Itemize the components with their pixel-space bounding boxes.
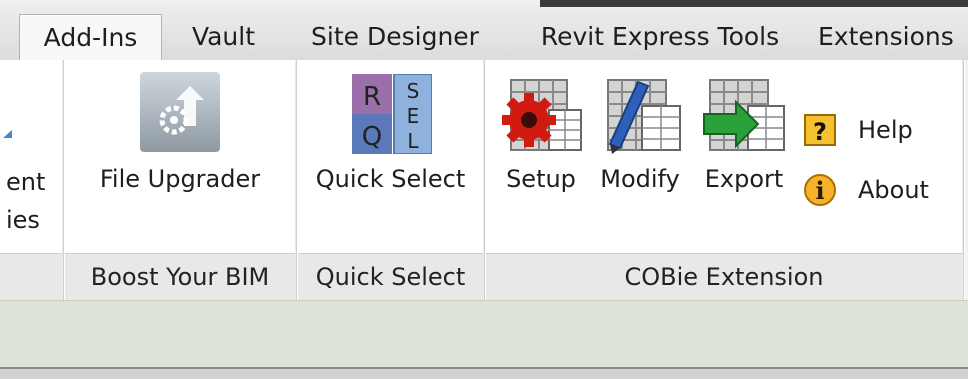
tab-extensions[interactable]: Extensions (818, 14, 968, 60)
title-bar-edge (540, 0, 968, 7)
partial-button-line1[interactable]: ent (6, 168, 45, 196)
file-upgrader-button[interactable]: File Upgrader (77, 70, 283, 210)
ribbon: ent ies File Upgrader Boost Your BIM R S… (0, 60, 968, 300)
help-icon-glyph: ? (813, 118, 827, 146)
quick-select-icon-e: E (407, 104, 420, 128)
quick-select-icon-s: S (407, 79, 420, 103)
quick-select-icon-l: L (407, 129, 419, 153)
cobie-help-button[interactable]: ? Help (804, 109, 934, 151)
about-label: About (858, 176, 929, 204)
panel-cobie-extension: Setup Modify Export ? Help i About COBie… (486, 60, 962, 300)
help-label: Help (858, 116, 913, 144)
partial-icon (3, 130, 12, 138)
quick-select-icon-r: R (363, 82, 381, 112)
quick-select-button[interactable]: R S E L Q Quick Select (304, 70, 477, 210)
partial-button-line2[interactable]: ies (6, 206, 40, 234)
about-icon-glyph: i (815, 176, 824, 205)
cobie-modify-label: Modify (600, 165, 680, 193)
panel-separator (962, 60, 965, 300)
panel-partial-body: ent ies (0, 60, 62, 253)
panel-boost-label: Boost Your BIM (65, 253, 295, 300)
cobie-export-icon (703, 79, 785, 151)
file-upgrader-label: File Upgrader (99, 165, 261, 193)
file-upgrader-icon (140, 72, 220, 152)
panel-partial-label (0, 253, 62, 300)
cobie-modify-icon (607, 79, 681, 154)
help-icon: ? (804, 114, 836, 146)
status-area (0, 300, 968, 368)
tab-revit-express-tools[interactable]: Revit Express Tools (515, 14, 805, 60)
cobie-about-button[interactable]: i About (804, 169, 954, 211)
panel-cobie-label: COBie Extension (486, 253, 962, 300)
panel-quick-select: R S E L Q Quick Select Quick Select (298, 60, 483, 300)
cobie-setup-label: Setup (506, 165, 576, 193)
quick-select-icon-q: Q (362, 122, 382, 152)
panel-boost-body: File Upgrader (65, 60, 295, 253)
cobie-modify-button[interactable]: Modify (590, 70, 690, 210)
tab-site-designer[interactable]: Site Designer (293, 14, 497, 60)
cobie-export-button[interactable]: Export (696, 70, 792, 210)
tab-add-ins[interactable]: Add-Ins (19, 14, 162, 61)
bottom-edge (0, 367, 968, 379)
panel-boost-your-bim: File Upgrader Boost Your BIM (65, 60, 295, 300)
panel-quick-select-body: R S E L Q Quick Select (298, 60, 483, 253)
cobie-export-label: Export (704, 165, 784, 193)
ribbon-tab-strip: Add-Ins Vault Site Designer Revit Expres… (0, 0, 968, 61)
quick-select-icon: R S E L Q (352, 74, 432, 154)
about-icon: i (804, 174, 836, 206)
tab-vault[interactable]: Vault (172, 14, 275, 60)
panel-quick-select-label: Quick Select (298, 253, 483, 300)
cobie-setup-button[interactable]: Setup (496, 70, 586, 210)
panel-partial: ent ies (0, 60, 62, 300)
panel-cobie-body: Setup Modify Export ? Help i About (486, 60, 962, 253)
cobie-setup-icon (502, 79, 582, 151)
quick-select-label: Quick Select (315, 165, 466, 193)
